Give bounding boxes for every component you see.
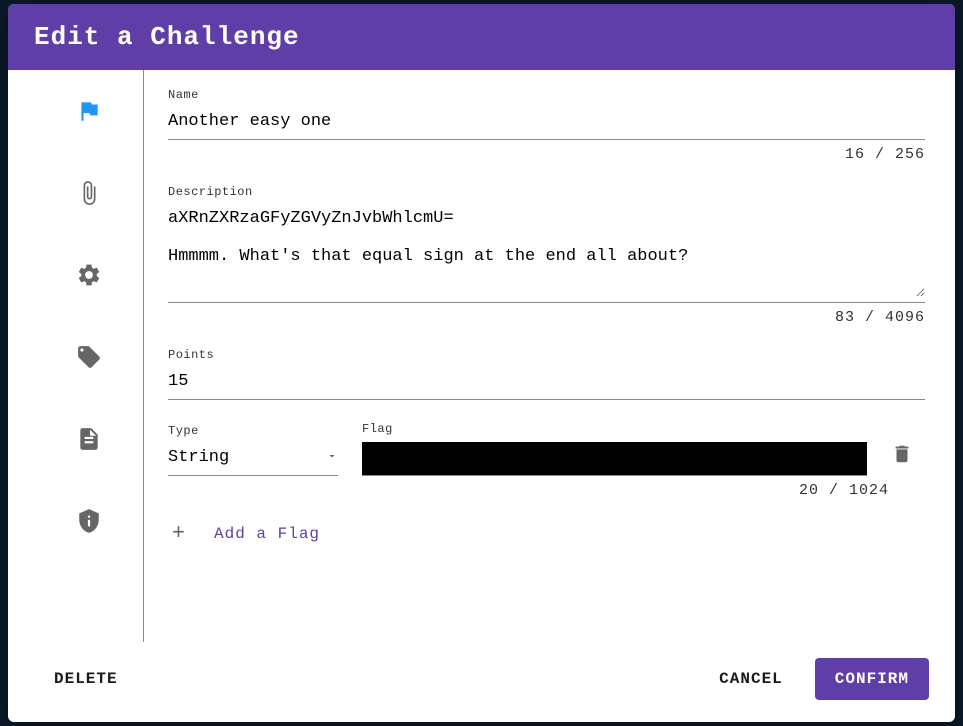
modal-body: Name 16 / 256 Description 83 / 4096 Poin… bbox=[8, 70, 955, 642]
name-label: Name bbox=[168, 88, 925, 102]
points-input[interactable] bbox=[168, 368, 925, 400]
name-counter: 16 / 256 bbox=[168, 146, 925, 163]
form-content: Name 16 / 256 Description 83 / 4096 Poin… bbox=[144, 70, 929, 642]
sidebar bbox=[34, 70, 144, 642]
shield-icon[interactable] bbox=[74, 506, 104, 536]
confirm-button[interactable]: CONFIRM bbox=[815, 658, 929, 700]
add-flag-label: Add a Flag bbox=[214, 525, 320, 543]
flag-icon[interactable] bbox=[74, 96, 104, 126]
name-field-group: Name 16 / 256 bbox=[168, 88, 925, 163]
attachment-icon[interactable] bbox=[74, 178, 104, 208]
trash-icon[interactable] bbox=[891, 452, 913, 470]
tag-icon[interactable] bbox=[74, 342, 104, 372]
add-flag-button[interactable]: + Add a Flag bbox=[168, 521, 925, 546]
delete-button[interactable]: DELETE bbox=[34, 658, 138, 700]
gear-icon[interactable] bbox=[74, 260, 104, 290]
type-select[interactable]: String bbox=[168, 444, 338, 476]
points-label: Points bbox=[168, 348, 925, 362]
plus-icon: + bbox=[168, 521, 190, 546]
description-field-group: Description 83 / 4096 bbox=[168, 185, 925, 326]
name-input[interactable] bbox=[168, 108, 925, 140]
description-input[interactable] bbox=[168, 205, 925, 297]
modal-title: Edit a Challenge bbox=[8, 4, 955, 70]
edit-challenge-modal: Edit a Challenge Name bbox=[8, 4, 955, 722]
cancel-button[interactable]: CANCEL bbox=[699, 658, 803, 700]
modal-footer: DELETE CANCEL CONFIRM bbox=[8, 642, 955, 722]
document-icon[interactable] bbox=[74, 424, 104, 454]
type-label: Type bbox=[168, 424, 338, 438]
flag-input[interactable] bbox=[362, 442, 867, 476]
chevron-down-icon bbox=[326, 449, 338, 467]
description-counter: 83 / 4096 bbox=[168, 309, 925, 326]
points-field-group: Points bbox=[168, 348, 925, 400]
description-label: Description bbox=[168, 185, 925, 199]
type-value: String bbox=[168, 448, 229, 467]
flag-field-group: Type String Flag bbox=[168, 422, 925, 499]
flag-label: Flag bbox=[362, 422, 867, 436]
flag-counter: 20 / 1024 bbox=[168, 482, 889, 499]
